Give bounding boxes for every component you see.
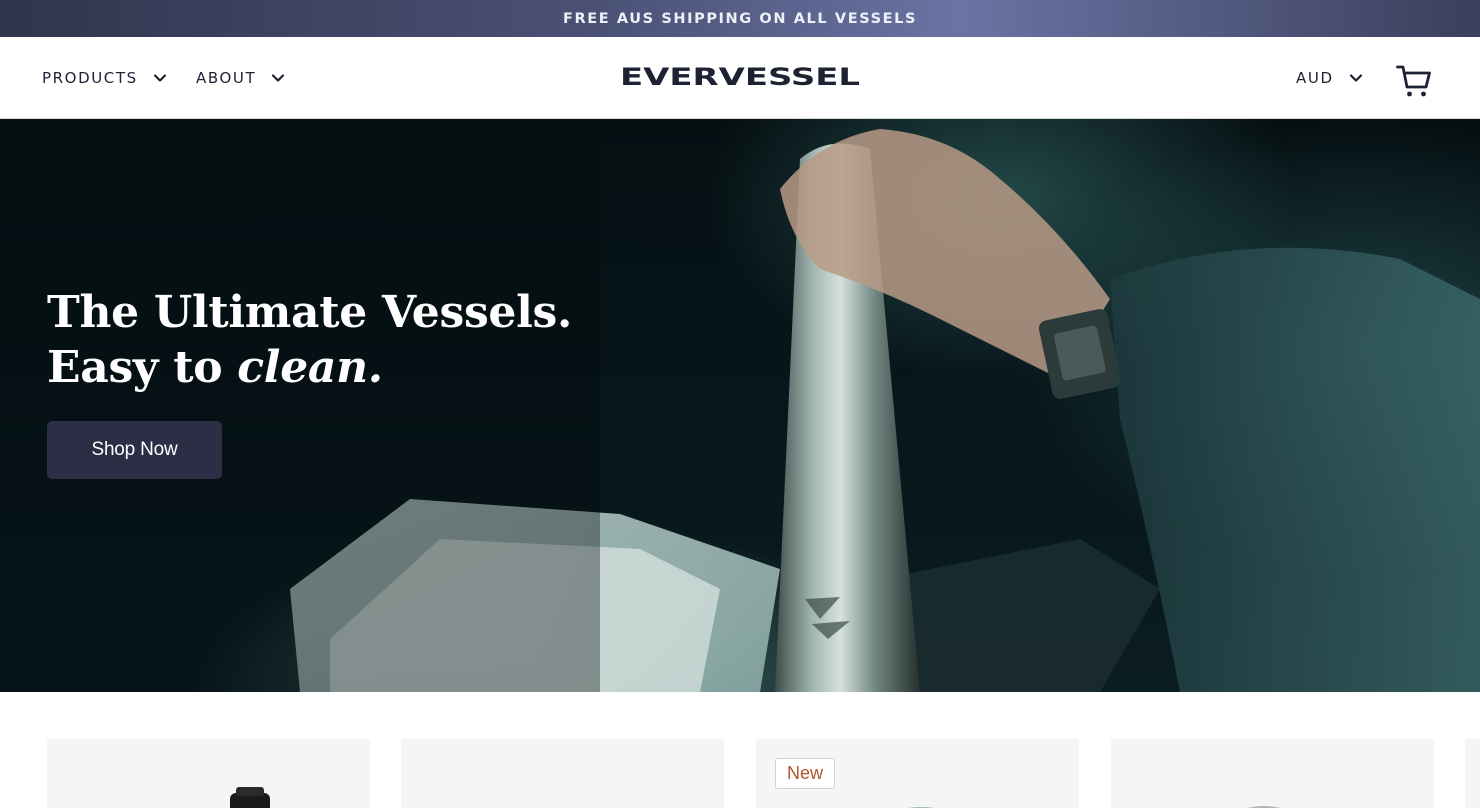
- cart-icon[interactable]: [1396, 64, 1432, 98]
- currency-selector[interactable]: AUD: [1296, 37, 1364, 119]
- product-card[interactable]: [401, 739, 724, 808]
- nav-products-label: PRODUCTS: [42, 69, 138, 87]
- shop-now-button[interactable]: Shop Now: [47, 421, 222, 479]
- currency-label: AUD: [1296, 69, 1334, 87]
- product-card[interactable]: [1465, 739, 1480, 808]
- hero-title-line2-prefix: Easy to: [47, 342, 238, 393]
- product-image: [1247, 806, 1281, 808]
- logo-text: EVERVESSEL: [620, 66, 860, 88]
- new-badge: New: [775, 758, 836, 789]
- product-card[interactable]: [1111, 739, 1434, 808]
- product-card[interactable]: New: [756, 739, 1079, 808]
- product-image: [907, 807, 935, 808]
- hero-banner: The Ultimate Vessels. Easy to clean. Sho…: [0, 119, 1480, 692]
- hero-title-line2: Easy to clean.: [47, 342, 383, 393]
- product-card[interactable]: [47, 739, 370, 808]
- announcement-text: FREE AUS SHIPPING ON ALL VESSELS: [562, 10, 918, 27]
- announcement-bar: FREE AUS SHIPPING ON ALL VESSELS: [0, 0, 1480, 37]
- hero-title-line1: The Ultimate Vessels.: [47, 287, 573, 338]
- hero-background-image: [0, 119, 1480, 692]
- product-grid: New: [0, 692, 1480, 808]
- site-header: PRODUCTS ABOUT EVERVESSEL AUD: [0, 37, 1480, 119]
- chevron-down-icon: [1349, 74, 1362, 82]
- hero-title: The Ultimate Vessels. Easy to clean.: [47, 285, 572, 395]
- product-image: [230, 787, 270, 808]
- chevron-down-icon: [153, 74, 166, 82]
- hero-title-emphasis: clean.: [237, 342, 383, 393]
- nav-about[interactable]: ABOUT: [196, 37, 286, 119]
- nav-about-label: ABOUT: [196, 69, 257, 87]
- site-logo[interactable]: EVERVESSEL: [620, 63, 860, 91]
- chevron-down-icon: [272, 74, 285, 82]
- nav-products[interactable]: PRODUCTS: [42, 37, 168, 119]
- evervessel-logo: EVERVESSEL: [620, 63, 860, 91]
